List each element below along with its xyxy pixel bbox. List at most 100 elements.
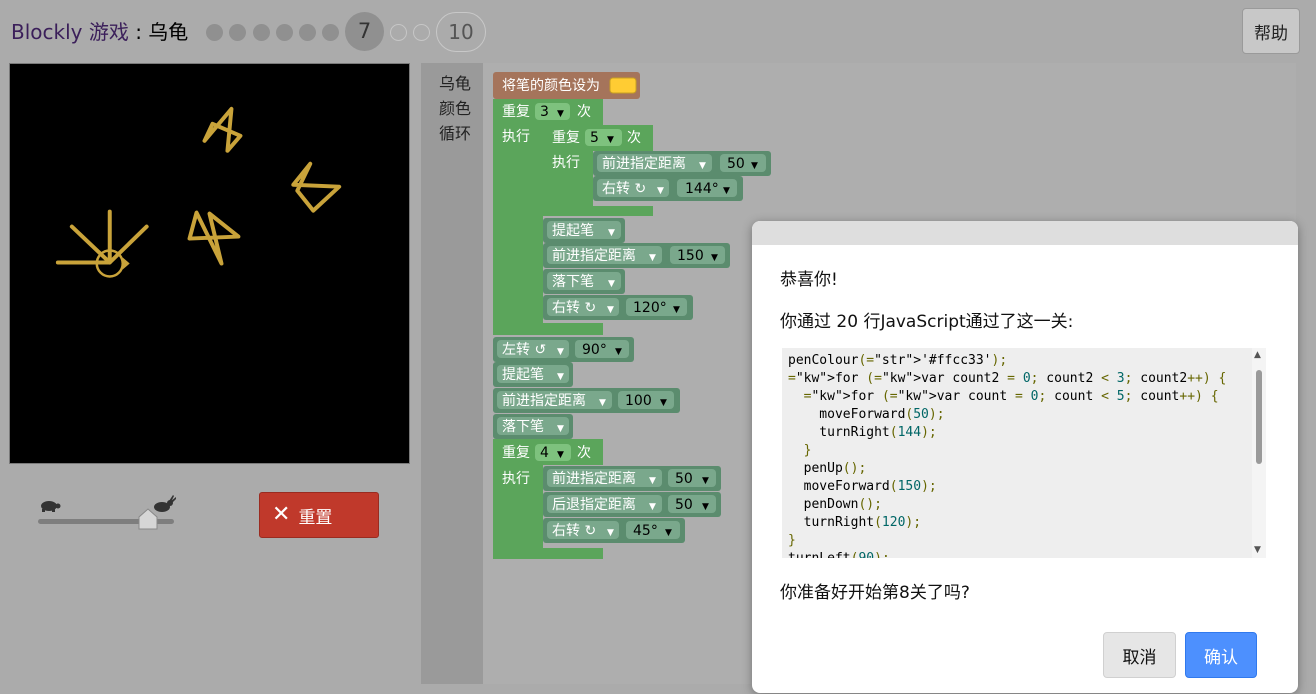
chevron-down-icon: ▼ <box>649 253 656 263</box>
pen-up-block[interactable]: 提起笔 ▼ <box>493 362 573 387</box>
move-forward-block[interactable]: 前进指定距离 ▼ 50 ▼ <box>593 151 771 176</box>
inner-repeat-count[interactable]: 5 <box>590 130 599 146</box>
chevron-down-icon: ▼ <box>649 476 656 486</box>
game-name: 乌龟 <box>148 20 189 44</box>
speed-slider-knob[interactable] <box>138 508 158 530</box>
chevron-down-icon: ▼ <box>657 186 664 196</box>
level-dot-1[interactable] <box>206 24 223 41</box>
level-dot-6[interactable] <box>322 24 339 41</box>
chevron-down-icon: ▼ <box>649 502 656 512</box>
pen-down-block[interactable]: 落下笔 ▼ <box>493 414 573 439</box>
dialog-header[interactable] <box>752 221 1298 245</box>
toolbox-category-turtle[interactable]: 乌龟 <box>439 70 471 94</box>
times-label: 次 <box>577 445 591 461</box>
turn-right-label: 右转 ↻ <box>552 300 596 316</box>
chevron-down-icon: ▼ <box>711 253 718 263</box>
turn-right-label: 右转 ↻ <box>602 181 646 197</box>
level-dot-3[interactable] <box>253 24 270 41</box>
angle-value[interactable]: 45° <box>633 523 658 539</box>
colour-swatch[interactable] <box>609 77 637 94</box>
level-dot-9[interactable] <box>413 24 430 41</box>
move-backward-label: 后退指定距离 <box>552 496 636 513</box>
brand-link[interactable]: Blockly 游戏 <box>11 20 129 44</box>
scroll-up-icon[interactable]: ▲ <box>1254 350 1261 360</box>
level-dot-5[interactable] <box>299 24 316 41</box>
move-forward-block[interactable]: 前进指定距离 ▼ 150 ▼ <box>543 243 730 268</box>
last-level-indicator[interactable]: 10 <box>436 12 486 52</box>
toolbox-category-loops[interactable]: 循环 <box>439 120 471 144</box>
move-backward-block[interactable]: 后退指定距离 ▼ 50 ▼ <box>543 492 721 517</box>
distance-value[interactable]: 50 <box>675 497 693 513</box>
move-forward-label: 前进指定距离 <box>552 470 636 487</box>
chevron-down-icon: ▼ <box>699 161 706 171</box>
chevron-down-icon: ▼ <box>607 528 614 538</box>
level-dot-8[interactable] <box>390 24 407 41</box>
pen-up-block[interactable]: 提起笔 ▼ <box>543 218 625 243</box>
distance-value[interactable]: 100 <box>625 393 652 409</box>
chevron-down-icon: ▼ <box>702 476 709 486</box>
turn-left-block[interactable]: 左转 ↺ ▼ 90° ▼ <box>493 337 634 362</box>
close-icon: ✕ <box>272 502 291 527</box>
chevron-down-icon: ▼ <box>723 186 730 196</box>
code-scrollbar[interactable]: ▲ ▼ <box>1252 348 1266 558</box>
level-dot-4[interactable] <box>276 24 293 41</box>
angle-value[interactable]: 120° <box>633 300 667 316</box>
chevron-down-icon: ▼ <box>673 305 680 315</box>
turtle-canvas <box>9 63 410 464</box>
times-label: 次 <box>627 130 641 146</box>
turn-right-block[interactable]: 右转 ↻ ▼ 144° ▼ <box>593 176 743 201</box>
chevron-down-icon: ▼ <box>702 502 709 512</box>
code-text: penColour(="str">'#ffcc33'); ="kw">for (… <box>788 353 1227 558</box>
toolbox-category-colour[interactable]: 颜色 <box>439 95 471 119</box>
lines-message: 你通过 20 行JavaScript通过了这一关: <box>780 312 1074 332</box>
distance-value[interactable]: 50 <box>675 471 693 487</box>
set-colour-label: 将笔的颜色设为 <box>502 77 600 94</box>
outer-repeat-count[interactable]: 3 <box>540 104 549 120</box>
move-forward-block[interactable]: 前进指定距离 ▼ 100 ▼ <box>493 388 680 413</box>
do-label: 执行 <box>552 155 580 171</box>
scroll-down-icon[interactable]: ▼ <box>1254 545 1261 555</box>
angle-value[interactable]: 90° <box>582 342 607 358</box>
chevron-down-icon: ▼ <box>608 228 615 238</box>
distance-value[interactable]: 50 <box>727 156 745 172</box>
distance-value[interactable]: 150 <box>677 248 704 264</box>
turn-right-block[interactable]: 右转 ↻ ▼ 45° ▼ <box>543 518 685 543</box>
ok-button[interactable]: 确认 <box>1185 632 1257 678</box>
last-repeat-count[interactable]: 4 <box>540 445 549 461</box>
do-label: 执行 <box>502 471 530 487</box>
pen-down-block[interactable]: 落下笔 ▼ <box>543 269 625 294</box>
set-colour-block[interactable]: 将笔的颜色设为 <box>493 72 640 99</box>
title-separator: : <box>128 20 149 44</box>
star-2 <box>291 161 342 213</box>
turn-left-label: 左转 ↺ <box>502 342 546 358</box>
chevron-down-icon: ▼ <box>557 424 564 434</box>
pen-down-label: 落下笔 <box>552 274 594 290</box>
angle-value[interactable]: 144° <box>685 181 719 197</box>
cancel-button[interactable]: 取消 <box>1103 632 1176 678</box>
chevron-down-icon: ▼ <box>557 450 564 460</box>
pen-down-label: 落下笔 <box>502 419 544 435</box>
chevron-down-icon: ▼ <box>599 398 606 408</box>
chevron-down-icon: ▼ <box>557 347 564 357</box>
help-button[interactable]: 帮助 <box>1242 8 1300 54</box>
level-dot-2[interactable] <box>229 24 246 41</box>
chevron-down-icon: ▼ <box>608 279 615 289</box>
times-label: 次 <box>577 104 591 120</box>
move-forward-label: 前进指定距离 <box>502 392 586 409</box>
move-forward-label: 前进指定距离 <box>602 155 686 172</box>
current-level-indicator[interactable]: 7 <box>345 12 384 51</box>
turn-right-block[interactable]: 右转 ↻ ▼ 120° ▼ <box>543 295 693 320</box>
reset-button[interactable]: ✕ 重置 <box>259 492 379 538</box>
scrollbar-thumb[interactable] <box>1256 370 1262 464</box>
repeat-label: 重复 <box>502 444 530 461</box>
code-display[interactable]: penColour(="str">'#ffcc33'); ="kw">for (… <box>782 348 1266 558</box>
move-forward-block[interactable]: 前进指定距离 ▼ 50 ▼ <box>543 466 721 491</box>
turtle-icon <box>41 501 61 512</box>
move-forward-label: 前进指定距离 <box>552 247 636 264</box>
repeat-label: 重复 <box>552 129 580 146</box>
turtle-lines <box>55 209 149 265</box>
repeat-label: 重复 <box>502 103 530 120</box>
chevron-down-icon: ▼ <box>607 305 614 315</box>
pen-up-label: 提起笔 <box>552 223 594 239</box>
pen-up-label: 提起笔 <box>502 367 544 383</box>
